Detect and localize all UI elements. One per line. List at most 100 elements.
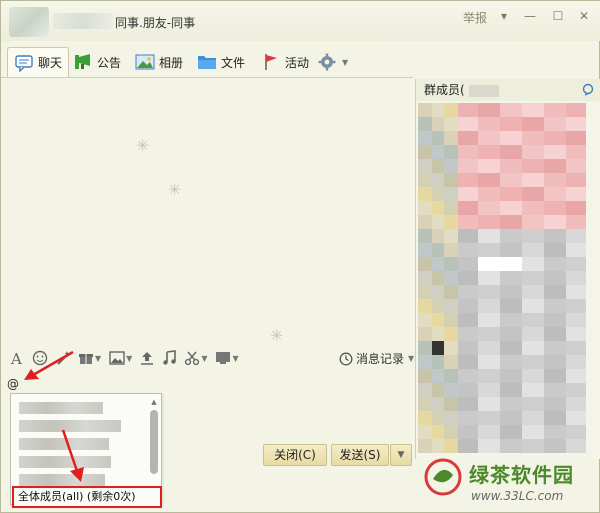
blurred-pixel [444,187,458,201]
blurred-pixel [566,341,586,355]
group-members-panel[interactable]: 群成员( [415,79,600,459]
blurred-pixel [544,257,566,271]
send-options-chevron-down-icon[interactable]: ▼ [390,444,412,466]
tab-files[interactable]: 文件 [197,47,245,77]
blurred-pixel [444,159,458,173]
blurred-pixel [478,411,500,425]
blurred-pixel [478,355,500,369]
tab-chat[interactable]: 聊天 [7,47,70,77]
blurred-pixel [500,215,522,229]
photo-icon [135,53,155,71]
tab-settings[interactable]: ▼ [317,47,348,77]
dropdown-menu-button[interactable]: ▾ [495,7,513,25]
blurred-pixel [418,201,432,215]
list-item[interactable] [19,402,103,414]
mention-all-members-item[interactable]: 全体成员(all) (剩余0次) [12,486,162,508]
blurred-pixel [500,159,522,173]
blurred-pixel [444,327,458,341]
blurred-pixel [444,145,458,159]
feature-tabs: 聊天 公告 相册 文件 活动 ▼ [7,47,417,77]
blurred-pixel [500,299,522,313]
ant-decoration-icon: ✳ [168,180,182,199]
scissors-icon[interactable]: ▼ [183,348,208,368]
blurred-pixel [418,257,432,271]
blurred-pixel [444,411,458,425]
blurred-pixel [544,103,566,117]
blurred-pixel [418,187,432,201]
blurred-pixel [544,243,566,257]
blurred-pixel [458,327,478,341]
blurred-pixel [544,383,566,397]
blurred-group-name [53,13,113,29]
tab-album[interactable]: 相册 [135,47,183,77]
blurred-pixel [478,131,500,145]
blurred-pixel [544,411,566,425]
image-icon[interactable]: ▼ [108,348,133,368]
blurred-pixel [478,439,500,453]
music-note-icon[interactable] [161,348,177,368]
clock-icon [339,352,353,365]
blurred-pixel [522,173,544,187]
blurred-pixel [544,439,566,453]
blurred-pixel [458,425,478,439]
message-history-button[interactable]: 消息记录 ▼ [339,350,414,367]
blurred-pixel [478,145,500,159]
upload-icon[interactable] [139,348,155,368]
maximize-button[interactable]: ☐ [549,7,567,25]
blurred-pixel [478,159,500,173]
blurred-pixel [432,201,444,215]
tab-announcement[interactable]: 公告 [73,47,121,77]
blurred-pixel [544,355,566,369]
report-button[interactable]: 举报 [463,9,487,26]
blurred-pixel [418,397,432,411]
blurred-pixel [432,131,444,145]
blurred-pixel [566,159,586,173]
blurred-pixel [500,145,522,159]
blurred-pixel [566,327,586,341]
blurred-pixel [458,285,478,299]
blurred-pixel [478,313,500,327]
scroll-thumb[interactable] [150,410,158,474]
close-window-button[interactable]: ✕ [575,7,593,25]
blurred-pixel [418,439,432,453]
gift-icon[interactable]: ▼ [77,348,102,368]
blurred-pixel [566,103,586,117]
blurred-pixel [566,411,586,425]
blurred-pixel [458,201,478,215]
blurred-pixel [478,383,500,397]
blurred-pixel [566,215,586,229]
scroll-up-icon[interactable]: ▲ [149,398,159,406]
blurred-pixel [458,145,478,159]
blurred-pixel [544,397,566,411]
screen-share-icon[interactable]: ▼ [214,348,239,368]
blurred-pixel [566,243,586,257]
blurred-pixel [522,411,544,425]
search-icon[interactable] [581,83,595,97]
blurred-pixel [458,131,478,145]
blurred-pixel [500,117,522,131]
minimize-button[interactable]: — [521,7,539,25]
blurred-pixel [500,327,522,341]
blurred-pixel [418,117,432,131]
blurred-pixel [444,369,458,383]
blurred-pixel [566,369,586,383]
chat-window: 同事.朋友-同事 举报 ▾ — ☐ ✕ 聊天 公告 相册 文件 活动 ▼ ✳ ✳… [0,0,600,513]
members-header-label: 群成员( [424,83,465,97]
chat-message-area[interactable]: ✳ ✳ ✳ [2,78,412,345]
blurred-pixel [500,397,522,411]
tab-label: 相册 [159,55,184,70]
blurred-pixel [500,103,522,117]
close-button[interactable]: 关闭(C) [263,444,327,466]
blurred-pixel [522,341,544,355]
blurred-pixel [458,341,478,355]
send-button[interactable]: 发送(S) [331,444,389,466]
blurred-pixel [418,285,432,299]
blurred-pixel [522,215,544,229]
group-avatar[interactable] [9,7,49,37]
message-input[interactable]: @ [7,377,19,391]
blurred-pixel [432,425,444,439]
blurred-pixel [544,229,566,243]
blurred-pixel [444,131,458,145]
tab-activities[interactable]: 活动 [261,47,309,77]
blurred-pixel [458,103,478,117]
